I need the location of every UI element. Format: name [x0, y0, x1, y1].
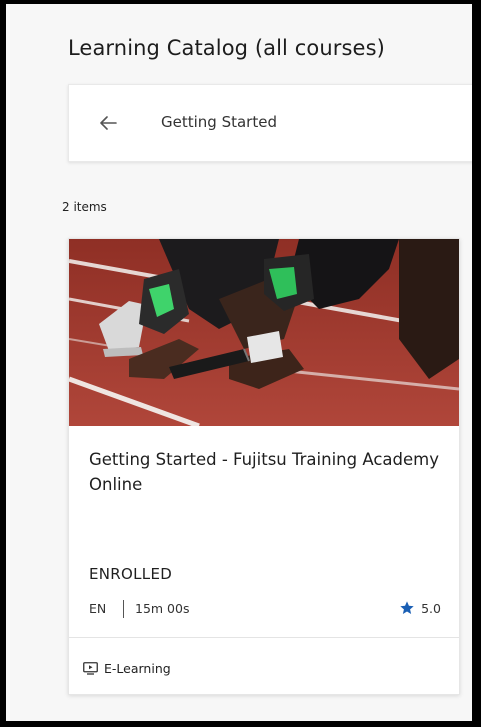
e-learning-icon — [83, 661, 98, 675]
star-icon — [400, 601, 414, 614]
course-meta-row: EN 15m 00s 5.0 — [89, 600, 441, 620]
category-label: Getting Started — [161, 113, 277, 131]
enrollment-status: ENROLLED — [89, 565, 173, 583]
course-card[interactable]: Getting Started - Fujitsu Training Acade… — [68, 238, 460, 695]
page-title: Learning Catalog (all courses) — [68, 36, 385, 60]
course-type: E-Learning — [83, 659, 171, 677]
app-frame: Learning Catalog (all courses) Getting S… — [6, 4, 472, 721]
rating-value: 5.0 — [421, 600, 441, 616]
category-nav-bar: Getting Started — [68, 84, 472, 162]
meta-separator — [123, 600, 124, 618]
back-arrow-icon[interactable] — [97, 112, 119, 134]
course-title[interactable]: Getting Started - Fujitsu Training Acade… — [89, 447, 439, 497]
language-code: EN — [89, 601, 107, 616]
item-count: 2 items — [62, 200, 107, 214]
course-type-label: E-Learning — [104, 660, 171, 676]
card-divider — [69, 637, 459, 638]
course-duration: 15m 00s — [135, 601, 190, 616]
course-thumbnail-image — [69, 239, 459, 426]
course-rating: 5.0 — [399, 600, 441, 616]
